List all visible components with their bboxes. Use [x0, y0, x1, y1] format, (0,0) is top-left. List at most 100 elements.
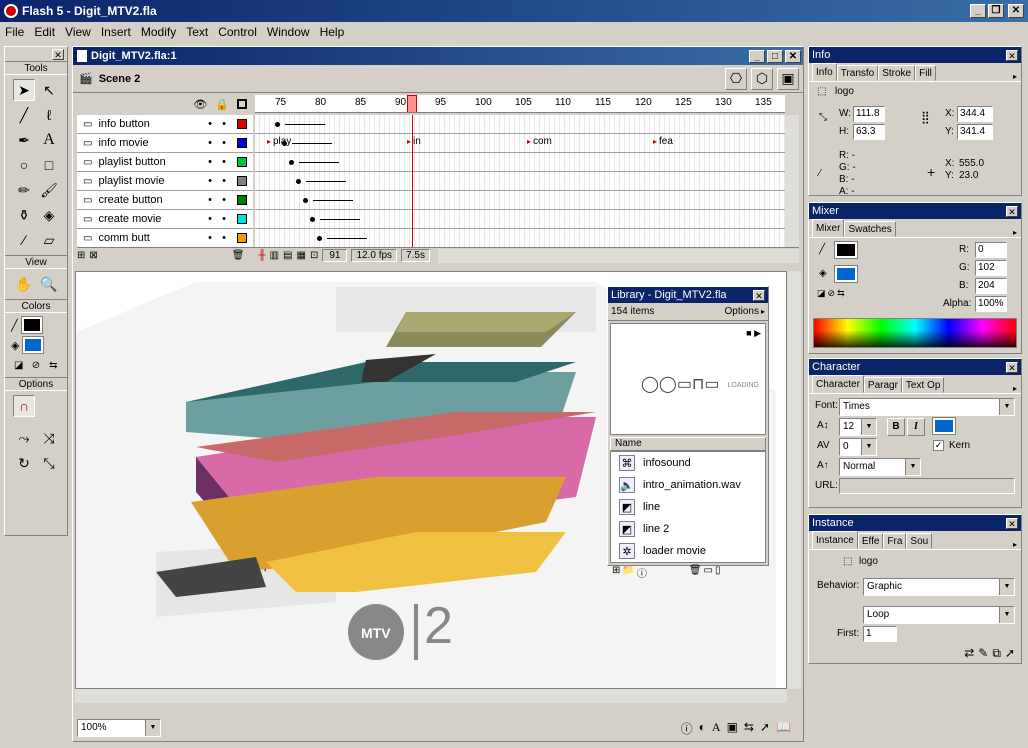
layer-row[interactable]: ▭ comm butt • •	[77, 229, 253, 247]
swap-colors-icon[interactable]: ⇆	[46, 357, 61, 373]
tab-sou[interactable]: Sou	[906, 533, 933, 549]
tab-info[interactable]: Info	[812, 63, 837, 81]
layer-visible-dot[interactable]: •	[203, 118, 217, 130]
eraser-tool-icon[interactable]: ▱	[38, 229, 60, 251]
launcher-actions-icon[interactable]: ➚	[760, 720, 770, 737]
launcher-instance-icon[interactable]: ▣	[727, 720, 738, 737]
panel-menu-arrow-icon[interactable]: ▸	[1013, 228, 1021, 237]
delete-symbol-icon[interactable]: 🗑	[689, 565, 702, 580]
edit-scene-icon[interactable]: ⎔	[725, 67, 747, 90]
panel-menu-arrow-icon[interactable]: ▸	[1013, 540, 1021, 549]
mixer-fill-swatch[interactable]	[834, 265, 858, 283]
frame-row[interactable]	[255, 210, 785, 229]
layer-visible-dot[interactable]: •	[203, 156, 217, 168]
fill-color-swatch[interactable]	[22, 336, 45, 354]
keyframe-dot[interactable]	[296, 179, 301, 184]
default-colors-icon[interactable]: ◪	[11, 357, 26, 373]
mixer-swap-icon[interactable]: ⇆	[837, 288, 845, 299]
tracking-field[interactable]: 0	[839, 438, 877, 456]
layer-visible-dot[interactable]: •	[203, 194, 217, 206]
color-spectrum[interactable]	[813, 318, 1017, 348]
stage-hscroll[interactable]	[75, 689, 787, 703]
launcher-library-icon[interactable]: 📖	[776, 720, 791, 737]
new-folder-icon[interactable]: 📁	[622, 565, 634, 580]
mixer-no-color-icon[interactable]: ⊘	[828, 288, 836, 299]
layer-outline-color[interactable]	[237, 233, 247, 243]
menu-window[interactable]: Window	[262, 25, 315, 39]
menu-modify[interactable]: Modify	[136, 25, 181, 39]
tab-character[interactable]: Character	[812, 375, 864, 393]
doc-maximize-button[interactable]: □	[767, 49, 783, 63]
kern-checkbox[interactable]: ✓	[933, 440, 944, 451]
x-field[interactable]: 344.4	[957, 106, 993, 122]
rectangle-tool-icon[interactable]: □	[38, 154, 60, 176]
layer-lock-dot[interactable]: •	[217, 156, 231, 168]
layer-row[interactable]: ▭ info movie • •	[77, 134, 253, 153]
layer-outline-color[interactable]	[237, 119, 247, 129]
line-tool-icon[interactable]: ╱	[13, 104, 35, 126]
layer-visible-dot[interactable]: •	[203, 213, 217, 225]
library-item[interactable]: ◩ line 2	[611, 518, 765, 540]
center-frame-icon[interactable]: ╫	[258, 250, 265, 261]
keyframe-dot[interactable]	[303, 198, 308, 203]
restore-button[interactable]: ❐	[988, 4, 1004, 18]
first-frame-field[interactable]: 1	[863, 626, 897, 642]
close-button[interactable]: ✕	[1008, 4, 1024, 18]
outline-icon[interactable]	[237, 99, 247, 109]
playhead[interactable]	[407, 95, 417, 112]
behavior-dropdown[interactable]: Graphic	[863, 578, 1015, 596]
keyframe-dot[interactable]	[289, 160, 294, 165]
layer-lock-dot[interactable]: •	[217, 232, 231, 244]
tab-fill[interactable]: Fill	[915, 65, 936, 81]
layer-outline-color[interactable]	[237, 157, 247, 167]
mixer-stroke-swatch[interactable]	[834, 241, 858, 259]
layer-row[interactable]: ▭ create movie • •	[77, 210, 253, 229]
lock-icon[interactable]: 🔒	[215, 98, 229, 111]
height-field[interactable]: 63.3	[853, 124, 885, 140]
paint-bucket-tool-icon[interactable]: ◈	[38, 204, 60, 226]
frame-ruler[interactable]: 75 80 85 90 95 100 105 110 115 120 125 130 135	[255, 95, 785, 113]
onion-markers-icon[interactable]: ⊡	[310, 250, 318, 261]
timeline-hscroll[interactable]	[437, 248, 799, 263]
library-item[interactable]: ✲ loader movie	[611, 540, 765, 562]
registration-grid-icon[interactable]: ⣿	[921, 110, 930, 124]
frame-row[interactable]	[255, 115, 785, 134]
library-options-button[interactable]: Options	[725, 306, 759, 317]
eyedropper-tool-icon[interactable]: ⁄	[13, 229, 35, 251]
preview-play-controls[interactable]: ■ ▶	[746, 328, 761, 339]
baseline-dropdown[interactable]: Normal	[839, 458, 921, 476]
scale-icon[interactable]: ⤡	[38, 452, 60, 474]
instance-close-icon[interactable]: ✕	[1006, 517, 1018, 529]
text-tool-icon[interactable]: A	[38, 129, 60, 151]
width-field[interactable]: 111.8	[853, 106, 885, 122]
layer-visible-dot[interactable]: •	[203, 232, 217, 244]
arrow-tool-icon[interactable]: ➤	[13, 79, 35, 101]
launcher-movie-explorer-icon[interactable]: ⇆	[744, 720, 754, 737]
doc-close-button[interactable]: ✕	[785, 49, 801, 63]
lasso-tool-icon[interactable]: ℓ	[38, 104, 60, 126]
rotate-icon[interactable]: ↻	[13, 452, 35, 474]
edit-actions-icon[interactable]: ➚	[1005, 646, 1015, 661]
tab-paragr[interactable]: Paragr	[863, 377, 902, 393]
menu-edit[interactable]: Edit	[29, 25, 60, 39]
minimize-button[interactable]: _	[970, 4, 986, 18]
library-close-icon[interactable]: ✕	[753, 289, 765, 301]
tab-instance[interactable]: Instance	[812, 531, 858, 549]
mixer-r-field[interactable]: 0	[975, 242, 1007, 258]
tab-fra[interactable]: Fra	[883, 533, 907, 549]
layer-visible-dot[interactable]: •	[203, 137, 217, 149]
library-column-header[interactable]: Name	[610, 437, 766, 451]
y-field[interactable]: 341.4	[957, 124, 993, 140]
mixer-b-field[interactable]: 204	[975, 278, 1007, 294]
library-item[interactable]: 🔈 intro_animation.wav	[611, 474, 765, 496]
frame-row[interactable]	[255, 172, 785, 191]
panel-menu-arrow-icon[interactable]: ▸	[1013, 384, 1021, 393]
layer-outline-color[interactable]	[237, 214, 247, 224]
url-field[interactable]	[839, 478, 1015, 494]
frame-row[interactable]	[255, 229, 785, 247]
keyframe-dot[interactable]	[317, 236, 322, 241]
doc-minimize-button[interactable]: _	[749, 49, 765, 63]
layer-row[interactable]: ▭ create button • •	[77, 191, 253, 210]
wide-state-icon[interactable]: ▭	[704, 565, 713, 580]
subselect-tool-icon[interactable]: ↖	[38, 79, 60, 101]
